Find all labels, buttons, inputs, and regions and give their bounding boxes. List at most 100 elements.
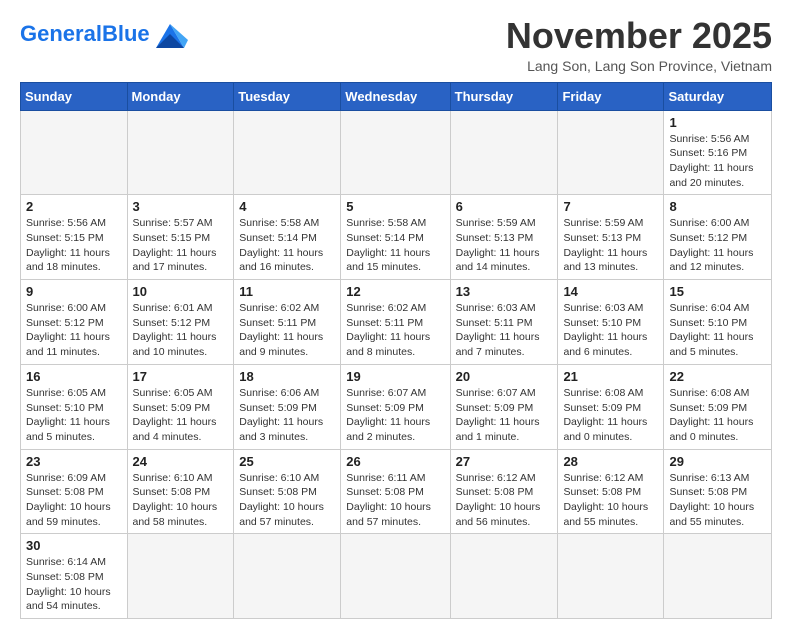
calendar-day-cell: 24 Sunrise: 6:10 AM Sunset: 5:08 PM Dayli… [127,449,234,534]
day-info: Sunrise: 6:01 AM Sunset: 5:12 PM Dayligh… [133,301,229,360]
day-number: 8 [669,199,766,214]
calendar-day-cell [450,534,558,619]
day-number: 27 [456,454,553,469]
day-number: 24 [133,454,229,469]
weekday-header: Saturday [664,82,772,110]
calendar-week-row: 1Sunrise: 5:56 AM Sunset: 5:16 PM Daylig… [21,110,772,195]
day-info: Sunrise: 6:03 AM Sunset: 5:11 PM Dayligh… [456,301,553,360]
calendar-day-cell: 21 Sunrise: 6:08 AM Sunset: 5:09 PM Dayli… [558,364,664,449]
day-info: Sunrise: 5:58 AM Sunset: 5:14 PM Dayligh… [346,216,444,275]
calendar-day-cell: 2Sunrise: 5:56 AM Sunset: 5:15 PM Daylig… [21,195,128,280]
day-number: 9 [26,284,122,299]
day-info: Sunrise: 6:06 AM Sunset: 5:09 PM Dayligh… [239,386,335,445]
weekday-header: Thursday [450,82,558,110]
calendar-day-cell [21,110,128,195]
day-number: 17 [133,369,229,384]
calendar-day-cell [450,110,558,195]
weekday-header: Wednesday [341,82,450,110]
day-info: Sunrise: 6:08 AM Sunset: 5:09 PM Dayligh… [563,386,658,445]
day-number: 23 [26,454,122,469]
calendar-day-cell: 6Sunrise: 5:59 AM Sunset: 5:13 PM Daylig… [450,195,558,280]
day-number: 10 [133,284,229,299]
day-number: 26 [346,454,444,469]
day-number: 25 [239,454,335,469]
calendar-day-cell: 27 Sunrise: 6:12 AM Sunset: 5:08 PM Dayli… [450,449,558,534]
day-info: Sunrise: 6:09 AM Sunset: 5:08 PM Dayligh… [26,471,122,530]
logo: GeneralBlue [20,20,188,48]
calendar-day-cell: 22 Sunrise: 6:08 AM Sunset: 5:09 PM Dayli… [664,364,772,449]
calendar-week-row: 2Sunrise: 5:56 AM Sunset: 5:15 PM Daylig… [21,195,772,280]
calendar-day-cell: 28Sunrise: 6:12 AM Sunset: 5:08 PM Dayli… [558,449,664,534]
day-number: 18 [239,369,335,384]
calendar-day-cell: 12 Sunrise: 6:02 AM Sunset: 5:11 PM Dayli… [341,280,450,365]
day-info: Sunrise: 6:12 AM Sunset: 5:08 PM Dayligh… [456,471,553,530]
location: Lang Son, Lang Son Province, Vietnam [506,58,772,74]
day-info: Sunrise: 6:13 AM Sunset: 5:08 PM Dayligh… [669,471,766,530]
day-number: 19 [346,369,444,384]
day-number: 29 [669,454,766,469]
day-info: Sunrise: 5:56 AM Sunset: 5:16 PM Dayligh… [669,132,766,191]
weekday-header: Tuesday [234,82,341,110]
day-info: Sunrise: 6:10 AM Sunset: 5:08 PM Dayligh… [133,471,229,530]
day-number: 13 [456,284,553,299]
calendar-day-cell: 8Sunrise: 6:00 AM Sunset: 5:12 PM Daylig… [664,195,772,280]
logo-blue: Blue [102,21,150,46]
day-info: Sunrise: 6:10 AM Sunset: 5:08 PM Dayligh… [239,471,335,530]
weekday-header: Monday [127,82,234,110]
calendar-day-cell [341,534,450,619]
calendar-day-cell: 25 Sunrise: 6:10 AM Sunset: 5:08 PM Dayli… [234,449,341,534]
calendar-day-cell: 20 Sunrise: 6:07 AM Sunset: 5:09 PM Dayli… [450,364,558,449]
calendar-day-cell: 9 Sunrise: 6:00 AM Sunset: 5:12 PM Daylig… [21,280,128,365]
day-info: Sunrise: 6:03 AM Sunset: 5:10 PM Dayligh… [563,301,658,360]
title-block: November 2025 Lang Son, Lang Son Provinc… [506,16,772,74]
day-number: 30 [26,538,122,553]
day-info: Sunrise: 6:05 AM Sunset: 5:09 PM Dayligh… [133,386,229,445]
day-info: Sunrise: 5:58 AM Sunset: 5:14 PM Dayligh… [239,216,335,275]
day-number: 11 [239,284,335,299]
day-number: 21 [563,369,658,384]
calendar-day-cell: 30 Sunrise: 6:14 AM Sunset: 5:08 PM Dayli… [21,534,128,619]
day-info: Sunrise: 6:02 AM Sunset: 5:11 PM Dayligh… [346,301,444,360]
calendar-day-cell: 1Sunrise: 5:56 AM Sunset: 5:16 PM Daylig… [664,110,772,195]
calendar-day-cell: 7Sunrise: 5:59 AM Sunset: 5:13 PM Daylig… [558,195,664,280]
day-info: Sunrise: 6:00 AM Sunset: 5:12 PM Dayligh… [26,301,122,360]
calendar-day-cell: 17 Sunrise: 6:05 AM Sunset: 5:09 PM Dayli… [127,364,234,449]
header: GeneralBlue November 2025 Lang Son, Lang… [20,16,772,74]
calendar-day-cell: 29 Sunrise: 6:13 AM Sunset: 5:08 PM Dayli… [664,449,772,534]
calendar-day-cell [558,534,664,619]
calendar-day-cell [127,534,234,619]
calendar: SundayMondayTuesdayWednesdayThursdayFrid… [20,82,772,620]
day-number: 16 [26,369,122,384]
day-info: Sunrise: 6:04 AM Sunset: 5:10 PM Dayligh… [669,301,766,360]
weekday-header: Friday [558,82,664,110]
calendar-day-cell: 13 Sunrise: 6:03 AM Sunset: 5:11 PM Dayli… [450,280,558,365]
weekday-header-row: SundayMondayTuesdayWednesdayThursdayFrid… [21,82,772,110]
calendar-day-cell: 4 Sunrise: 5:58 AM Sunset: 5:14 PM Daylig… [234,195,341,280]
calendar-week-row: 16 Sunrise: 6:05 AM Sunset: 5:10 PM Dayli… [21,364,772,449]
calendar-day-cell: 3Sunrise: 5:57 AM Sunset: 5:15 PM Daylig… [127,195,234,280]
day-number: 14 [563,284,658,299]
weekday-header: Sunday [21,82,128,110]
day-info: Sunrise: 6:14 AM Sunset: 5:08 PM Dayligh… [26,555,122,614]
logo-icon [152,20,188,48]
calendar-day-cell: 23 Sunrise: 6:09 AM Sunset: 5:08 PM Dayli… [21,449,128,534]
day-info: Sunrise: 6:07 AM Sunset: 5:09 PM Dayligh… [456,386,553,445]
day-info: Sunrise: 6:07 AM Sunset: 5:09 PM Dayligh… [346,386,444,445]
calendar-day-cell: 16 Sunrise: 6:05 AM Sunset: 5:10 PM Dayli… [21,364,128,449]
day-number: 7 [563,199,658,214]
day-number: 4 [239,199,335,214]
logo-text: GeneralBlue [20,21,150,46]
calendar-week-row: 9 Sunrise: 6:00 AM Sunset: 5:12 PM Daylig… [21,280,772,365]
calendar-day-cell [664,534,772,619]
calendar-day-cell: 10 Sunrise: 6:01 AM Sunset: 5:12 PM Dayli… [127,280,234,365]
day-number: 22 [669,369,766,384]
month-title: November 2025 [506,16,772,56]
day-number: 20 [456,369,553,384]
day-number: 12 [346,284,444,299]
day-info: Sunrise: 6:08 AM Sunset: 5:09 PM Dayligh… [669,386,766,445]
calendar-day-cell [234,110,341,195]
calendar-day-cell: 5Sunrise: 5:58 AM Sunset: 5:14 PM Daylig… [341,195,450,280]
day-info: Sunrise: 6:05 AM Sunset: 5:10 PM Dayligh… [26,386,122,445]
calendar-day-cell [341,110,450,195]
day-number: 3 [133,199,229,214]
